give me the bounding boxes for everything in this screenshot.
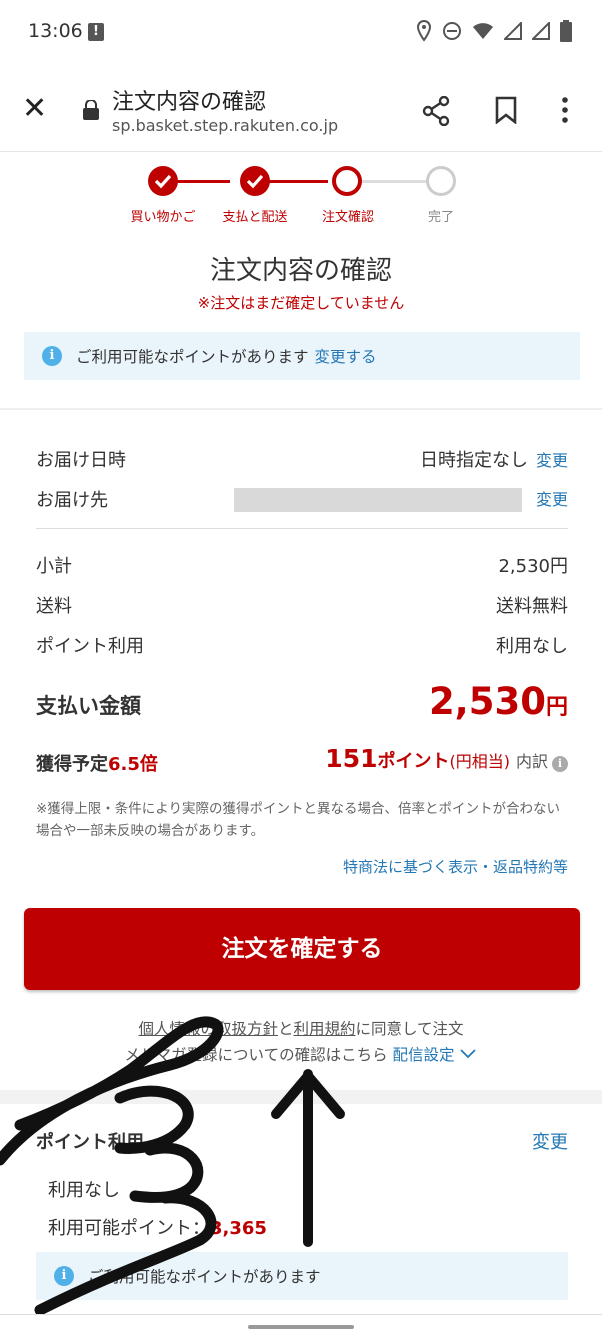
points-notice-text: ご利用可能なポイントがあります — [76, 348, 309, 366]
available-points-value: 3,365 — [210, 1218, 267, 1239]
points-available-notice-2: i ご利用可能なポイントがあります — [36, 1252, 568, 1300]
newsletter-text: メルマガ登録についての確認はこちら — [124, 1046, 388, 1064]
payment-amount-unit: 円 — [545, 695, 568, 720]
delivery-date-value: 日時指定なし — [419, 450, 528, 471]
terms-link[interactable]: 利用規約 — [293, 1020, 355, 1038]
status-icons — [416, 19, 572, 46]
browser-page-title: 注文内容の確認 — [112, 90, 267, 115]
step-label-cart: 買い物かご — [130, 210, 196, 225]
bookmark-icon[interactable] — [494, 96, 518, 128]
section-divider — [0, 1090, 602, 1104]
delivery-date-row: お届け日時 日時指定なし 変更 — [36, 446, 568, 472]
points-available-notice: i ご利用可能なポイントがあります 変更する — [24, 332, 580, 380]
step-payment-check-icon — [240, 166, 270, 196]
points-used-value: 利用なし — [496, 636, 568, 657]
share-icon[interactable] — [422, 95, 450, 130]
browser-url[interactable]: sp.basket.step.rakuten.co.jp — [112, 116, 338, 135]
info-icon: i — [42, 346, 62, 366]
point-usage-change-link[interactable]: 変更 — [532, 1128, 568, 1154]
privacy-policy-link[interactable]: 個人情報の取扱方針 — [138, 1020, 278, 1038]
wifi-icon — [472, 22, 494, 44]
chevron-down-icon[interactable] — [459, 1046, 477, 1064]
checkout-progress: 買い物かご 支払と配送 注文確認 完了 — [120, 162, 480, 232]
step-confirm-current-icon — [332, 166, 362, 196]
available-points: 利用可能ポイント：3,365 — [48, 1214, 267, 1240]
shipping-label: 送料 — [36, 596, 72, 617]
points-notice-text-2: ご利用可能なポイントがあります — [88, 1268, 321, 1286]
points-used-label: ポイント利用 — [36, 636, 144, 657]
confirm-order-button[interactable]: 注文を確定する — [24, 908, 580, 990]
step-label-payment: 支払と配送 — [222, 210, 288, 225]
earn-breakdown-link[interactable]: 内訳 — [516, 748, 548, 772]
subtotal-row: 小計 2,530円 — [36, 552, 568, 578]
earn-points-number: 151 — [325, 744, 378, 773]
commerce-law-link[interactable]: 特商法に基づく表示・返品特約等 — [343, 856, 568, 877]
agreement-suffix: に同意して注文 — [355, 1020, 464, 1038]
earn-multiplier: 6.5倍 — [108, 754, 158, 775]
earn-points-label: 獲得予定6.5倍 — [36, 750, 158, 776]
home-gesture-handle[interactable] — [248, 1325, 354, 1329]
notification-alert-icon: ! — [88, 23, 104, 41]
earn-points-equiv: (円相当) — [449, 752, 510, 771]
lock-icon — [82, 99, 100, 120]
point-usage-title: ポイント利用 — [36, 1132, 144, 1153]
shipping-value: 送料無料 — [496, 596, 568, 617]
do-not-disturb-icon — [442, 21, 462, 45]
points-used-row: ポイント利用 利用なし — [36, 632, 568, 658]
status-bar: 13:06 ! — [0, 0, 602, 66]
battery-icon — [560, 20, 572, 46]
delivery-address-label: お届け先 — [36, 490, 108, 511]
browser-toolbar: ✕ 注文内容の確認 sp.basket.step.rakuten.co.jp — [0, 70, 602, 152]
page-title: 注文内容の確認 — [209, 256, 392, 286]
available-points-label: 利用可能ポイント： — [48, 1218, 210, 1239]
location-icon — [416, 19, 432, 46]
agreement-text: 個人情報の取扱方針と利用規約に同意して注文 メルマガ登録についての確認はこちら … — [0, 1016, 602, 1068]
subtotal-value: 2,530円 — [498, 556, 568, 577]
delivery-date-label: お届け日時 — [36, 450, 126, 471]
step-label-confirm: 注文確認 — [321, 210, 375, 225]
delivery-settings-link[interactable]: 配信設定 — [393, 1046, 455, 1064]
delivery-date-change-link[interactable]: 変更 — [536, 451, 568, 470]
signal-icon-2 — [530, 20, 550, 44]
step-connector — [362, 180, 428, 183]
divider — [36, 528, 568, 529]
earn-label-text: 獲得予定 — [36, 754, 108, 775]
point-usage-current: 利用なし — [48, 1180, 120, 1201]
info-icon[interactable]: i — [552, 756, 568, 772]
payment-amount-label: 支払い金額 — [36, 694, 141, 718]
shipping-row: 送料 送料無料 — [36, 592, 568, 618]
points-disclaimer: ※獲得上限・条件により実際の獲得ポイントと異なる場合、倍率とポイントが合わない場… — [36, 801, 561, 839]
change-points-link[interactable]: 変更する — [315, 345, 377, 367]
payment-amount: 2,530円 — [429, 680, 568, 723]
step-complete-pending-icon — [426, 166, 456, 196]
close-icon[interactable]: ✕ — [22, 94, 47, 124]
redacted-address — [234, 488, 522, 512]
payment-amount-number: 2,530 — [428, 680, 546, 723]
agreement-and: と — [277, 1020, 294, 1038]
earn-points-value: 151 ポイント (円相当) 内訳 i — [325, 744, 568, 773]
step-cart-check-icon — [148, 166, 178, 196]
info-icon: i — [54, 1266, 74, 1286]
delivery-address-row: お届け先 変更 — [36, 486, 568, 512]
clock: 13:06 — [28, 20, 83, 42]
earn-points-unit: ポイント — [377, 751, 450, 772]
more-menu-icon[interactable] — [560, 96, 570, 128]
step-label-complete: 完了 — [427, 210, 455, 225]
system-nav-bar — [0, 1314, 602, 1338]
delivery-address-change-link[interactable]: 変更 — [536, 490, 568, 509]
not-confirmed-warning: ※注文はまだ確定していません — [197, 294, 405, 312]
section-divider — [0, 408, 602, 410]
signal-icon — [502, 20, 522, 44]
subtotal-label: 小計 — [36, 556, 72, 577]
